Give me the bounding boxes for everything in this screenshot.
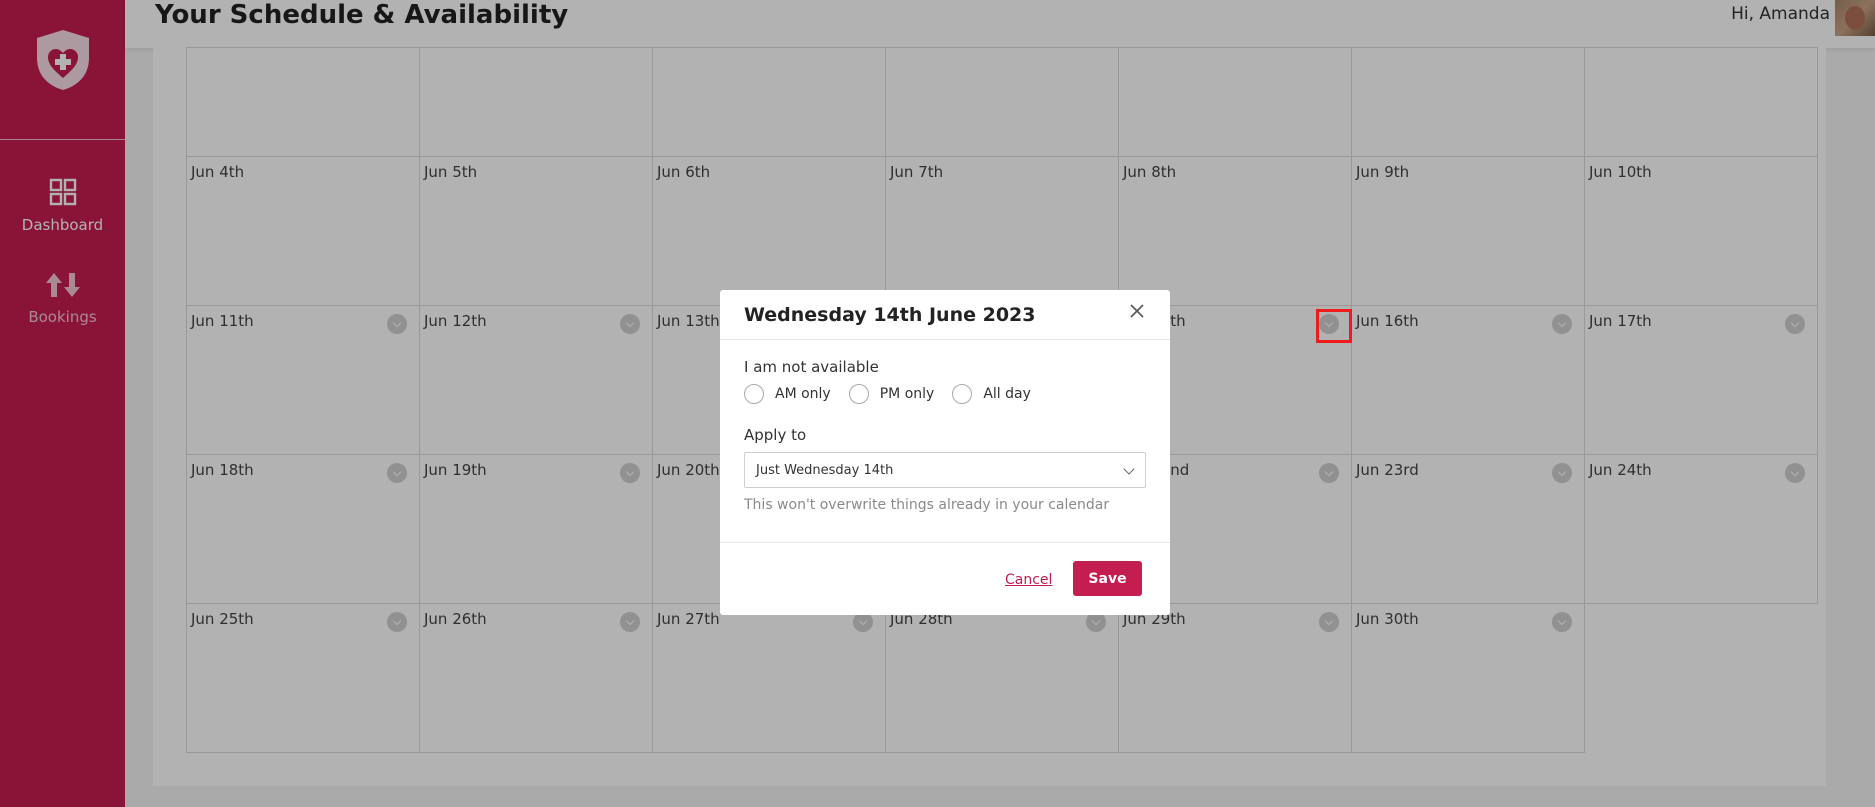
am-only-radio[interactable] (744, 384, 764, 404)
highlighted-cell-button (1316, 309, 1352, 343)
cancel-button[interactable]: Cancel (1005, 572, 1052, 588)
pm-only-radio[interactable] (848, 384, 869, 404)
all-day-label: All day (983, 386, 1031, 402)
chevron-down-icon (1123, 463, 1135, 475)
availability-label: I am not available (744, 358, 879, 376)
save-button[interactable]: Save (1073, 561, 1142, 596)
modal-header: Wednesday 14th June 2023 (720, 290, 1170, 340)
pm-only-label: PM only (879, 386, 935, 402)
am-only-label: AM only (775, 386, 831, 402)
close-icon[interactable] (1128, 302, 1146, 320)
all-day-radio[interactable] (952, 384, 973, 404)
apply-to-select[interactable]: Just Wednesday 14th (744, 452, 1146, 488)
modal-footer: Cancel Save (720, 543, 1170, 615)
apply-to-label: Apply to (744, 426, 807, 444)
modal-title: Wednesday 14th June 2023 (744, 304, 1036, 326)
apply-hint: This won't overwrite things already in y… (744, 497, 1110, 513)
modal-body: I am not available AM only PM only All d… (720, 340, 1170, 543)
apply-to-value: Just Wednesday 14th (756, 462, 894, 478)
availability-options: AM only PM only All day (744, 384, 1146, 404)
availability-modal: Wednesday 14th June 2023 I am not availa… (720, 290, 1170, 615)
